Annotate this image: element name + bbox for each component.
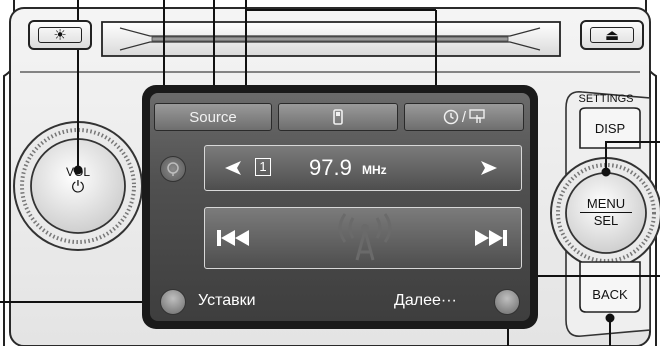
sel-label: SEL (593, 213, 619, 228)
info-icon[interactable] (160, 156, 186, 182)
tab-source-label: Source (189, 108, 237, 126)
tab-clock-touch[interactable]: / (404, 103, 524, 131)
eject-button[interactable]: ⏏ (580, 20, 644, 50)
tab-separator: / (461, 108, 467, 126)
power-icon: ⏻ (71, 179, 85, 196)
volume-knob[interactable]: VOL ⏻ (58, 165, 98, 197)
cd-slot (151, 36, 509, 42)
settings-label[interactable]: Уставки (198, 292, 256, 310)
preset-number: 1 (255, 158, 271, 176)
disp-label: DISP (594, 121, 626, 136)
brightness-button[interactable]: ☀ (28, 20, 92, 50)
eject-icon: ⏏ (604, 25, 620, 44)
broadcast-antenna-icon (338, 213, 392, 261)
menu-label: MENU (580, 196, 632, 213)
tune-up-arrow-icon[interactable] (479, 160, 499, 176)
seek-forward-icon[interactable] (473, 228, 507, 248)
seek-back-icon[interactable] (217, 228, 251, 248)
frequency-panel: 1 97.9 MHz (204, 145, 522, 191)
more-circle-button[interactable] (494, 289, 520, 315)
frequency-value: 97.9 (309, 155, 352, 180)
menu-sel-knob[interactable]: MENU SEL (580, 196, 632, 228)
tab-phone[interactable] (278, 103, 398, 131)
clock-icon (443, 109, 459, 125)
settings-circle-button[interactable] (160, 289, 186, 315)
frequency-unit: MHz (362, 163, 387, 177)
more-label[interactable]: Далее··· (394, 292, 457, 310)
seek-panel (204, 207, 522, 269)
touch-icon (469, 109, 485, 123)
touch-screen: Source / 1 97.9 MHz Уставки Далее··· (150, 93, 530, 321)
brightness-icon: ☀ (53, 25, 67, 44)
tab-source[interactable]: Source (154, 103, 272, 131)
phone-icon (333, 109, 343, 125)
back-label: BACK (592, 287, 628, 302)
vol-label: VOL (65, 165, 90, 179)
settings-hardware-label: SETTINGS (578, 93, 634, 105)
tune-down-arrow-icon[interactable] (223, 160, 243, 176)
